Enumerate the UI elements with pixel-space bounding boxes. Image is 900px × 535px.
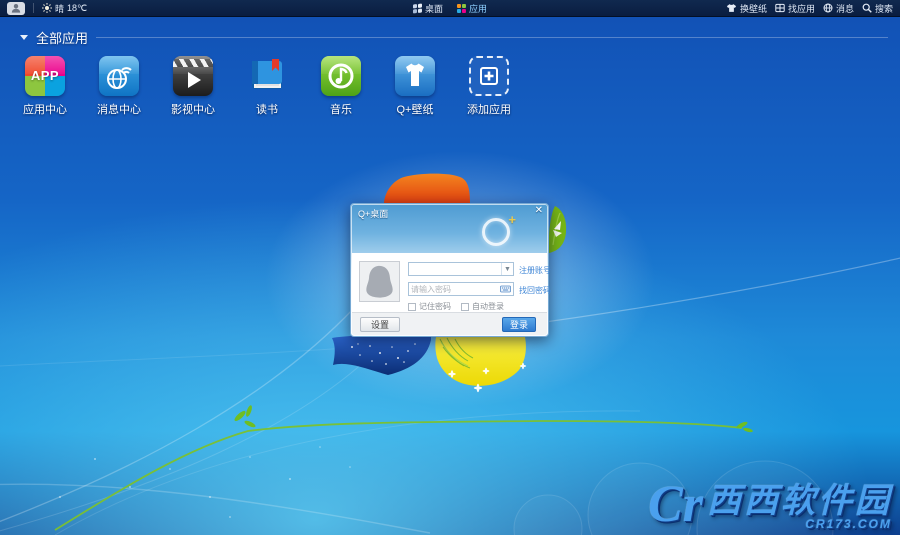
apps-colored-icon (457, 4, 466, 13)
collapse-arrow-icon[interactable] (20, 35, 28, 40)
section-title: 全部应用 (36, 31, 89, 46)
search-button[interactable]: 搜索 (862, 2, 893, 15)
checkbox-icon[interactable] (408, 302, 416, 311)
section-divider (96, 37, 888, 38)
tab-desktop[interactable]: 桌面 (412, 2, 443, 15)
q-logo-icon (482, 218, 510, 246)
watermark-site-url: CR173.COM (805, 517, 892, 531)
change-wallpaper-button[interactable]: 换壁纸 (726, 2, 767, 15)
messages-button[interactable]: 消息 (823, 2, 854, 15)
qplus-login-dialog: Q+桌面 ✕ + ▼ 注册账号 请输入密码 找回密码 记住密码 自动登录 设置 … (350, 203, 551, 337)
q-plus-desktop-screen: 晴 18℃ 桌面 应用 换壁纸 找应用 消息 搜索 全部应用 APP 应用中心 … (0, 0, 900, 535)
tshirt-wallpaper-icon (395, 56, 435, 96)
sun-icon (42, 3, 52, 13)
app-grid: APP 应用中心 消息中心 影视中心 读书 音乐 Q+壁纸 添加应用 (12, 56, 530, 117)
user-avatar-icon (11, 4, 21, 13)
recover-password-link[interactable]: 找回密码 (519, 285, 551, 296)
search-icon (862, 3, 872, 13)
q-logo-plus-icon: + (508, 212, 516, 227)
message-center-icon (99, 56, 139, 96)
password-field[interactable] (408, 282, 514, 296)
register-account-link[interactable]: 注册账号 (519, 265, 551, 276)
app-item-app-center[interactable]: APP 应用中心 (12, 56, 78, 117)
weather-condition: 晴 (55, 3, 65, 14)
apps-grid-icon (775, 3, 785, 13)
password-input[interactable] (409, 283, 500, 295)
watermark: Cr 西西软件园 CR173.COM (648, 477, 892, 533)
dialog-title: Q+桌面 (358, 209, 389, 219)
checkbox-row: 记住密码 自动登录 (408, 301, 504, 312)
app-center-icon: APP (25, 56, 65, 96)
app-label: Q+壁纸 (396, 104, 434, 116)
checkbox-icon[interactable] (461, 302, 469, 311)
tab-apps[interactable]: 应用 (457, 2, 487, 15)
find-apps-button[interactable]: 找应用 (775, 2, 815, 15)
change-wallpaper-label: 换壁纸 (739, 3, 767, 14)
video-center-icon (173, 56, 213, 96)
app-item-video-center[interactable]: 影视中心 (160, 56, 226, 117)
watermark-logo: Cr (648, 476, 703, 533)
topbar-divider (33, 3, 34, 13)
app-label: 音乐 (330, 104, 352, 116)
remember-password-checkbox[interactable]: 记住密码 (408, 301, 451, 312)
app-item-add-app[interactable]: 添加应用 (456, 56, 522, 117)
login-button[interactable]: 登录 (502, 317, 536, 332)
shirt-icon (726, 4, 737, 12)
app-label: 添加应用 (467, 104, 511, 116)
auto-login-label: 自动登录 (472, 302, 504, 311)
desktop-area: 全部应用 APP 应用中心 消息中心 影视中心 读书 音乐 Q+壁纸 添加应用 … (0, 17, 900, 535)
tab-apps-label: 应用 (469, 4, 488, 14)
top-bar: 晴 18℃ 桌面 应用 换壁纸 找应用 消息 搜索 (0, 0, 900, 17)
dialog-body: ▼ 注册账号 找回密码 记住密码 (352, 253, 551, 314)
music-icon (321, 56, 361, 96)
app-label: 消息中心 (97, 104, 141, 116)
user-avatar-button[interactable] (7, 1, 25, 15)
find-apps-label: 找应用 (787, 3, 815, 14)
chevron-down-icon[interactable]: ▼ (501, 263, 513, 275)
close-icon[interactable]: ✕ (535, 205, 543, 217)
app-item-qplus-wallpaper[interactable]: Q+壁纸 (382, 56, 448, 117)
tab-desktop-label: 桌面 (424, 4, 443, 14)
remember-password-label: 记住密码 (419, 302, 451, 311)
windows-logo-icon (412, 3, 422, 14)
weather-widget[interactable]: 晴 18℃ (42, 2, 87, 15)
search-label: 搜索 (874, 3, 893, 14)
app-item-music[interactable]: 音乐 (308, 56, 374, 117)
all-apps-section-header: 全部应用 (20, 28, 888, 47)
globe-icon (823, 3, 833, 13)
reading-book-icon (247, 56, 287, 96)
app-label: 应用中心 (23, 104, 67, 116)
app-label: 读书 (256, 104, 278, 116)
settings-button[interactable]: 设置 (360, 317, 400, 332)
avatar (359, 261, 400, 302)
app-item-reading[interactable]: 读书 (234, 56, 300, 117)
watermark-site-name: 西西软件园 (707, 482, 892, 520)
app-item-message-center[interactable]: 消息中心 (86, 56, 152, 117)
username-combobox[interactable]: ▼ (408, 262, 514, 276)
app-label: 影视中心 (171, 104, 215, 116)
username-input[interactable] (409, 263, 501, 275)
penguin-silhouette-icon (366, 265, 393, 298)
messages-label: 消息 (835, 3, 854, 14)
add-app-icon (469, 56, 509, 96)
dialog-footer: 设置 登录 (352, 312, 547, 335)
soft-keyboard-icon[interactable] (500, 285, 511, 293)
auto-login-checkbox[interactable]: 自动登录 (461, 301, 504, 312)
weather-temperature: 18℃ (67, 2, 88, 13)
